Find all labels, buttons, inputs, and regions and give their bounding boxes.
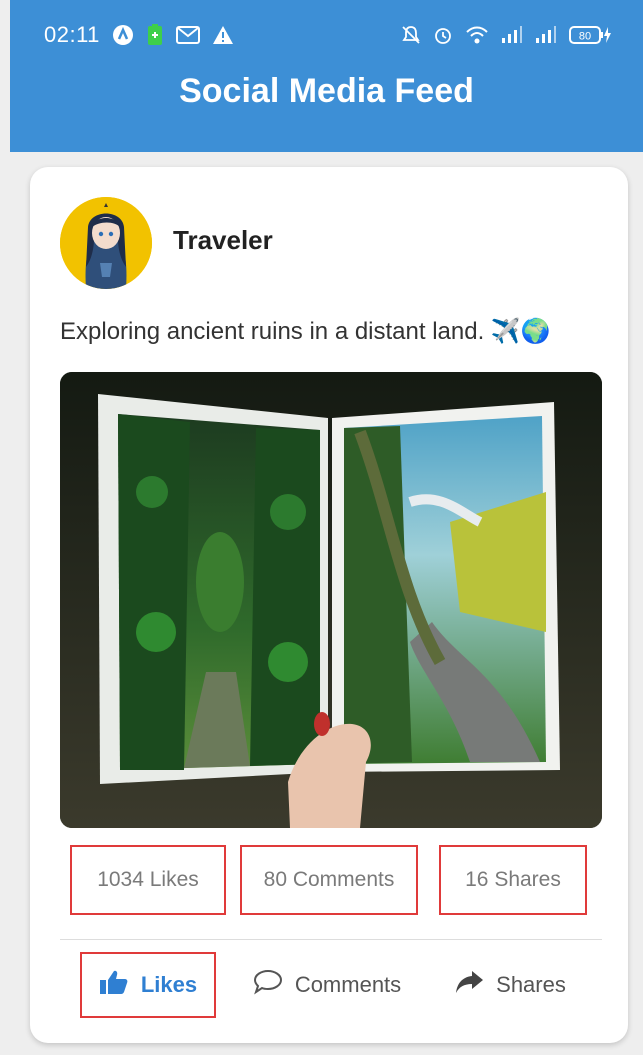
post-image[interactable] [60,372,602,828]
warning-icon [212,25,234,45]
comment-button[interactable]: Comments [242,952,412,1018]
wifi-icon [465,25,489,45]
app-bar: 02:11 80 Social Media Feed [10,0,643,152]
status-bar: 02:11 80 [10,0,643,70]
signal-icon [535,26,557,44]
mute-icon [401,25,421,45]
share-button[interactable]: Shares [445,952,575,1018]
likes-count[interactable]: 1034 Likes [70,845,226,915]
share-button-label: Shares [496,972,566,997]
post-card: Traveler Exploring ancient ruins in a di… [30,167,628,1043]
signal-icon [501,26,523,44]
post-stats: 1034 Likes 80 Comments 16 Shares [30,845,628,917]
like-button[interactable]: Likes [80,952,216,1018]
divider [60,939,602,940]
thumbs-up-icon [99,969,129,1001]
app-title: Social Media Feed [179,72,474,110]
app-icon [112,24,134,46]
comment-button-label: Comments [294,972,402,997]
battery-icon: 80 [569,25,613,45]
share-arrow-icon [454,969,484,1001]
avatar[interactable] [60,197,152,289]
speech-bubble-icon [253,969,283,1001]
status-time: 02:11 [44,22,100,47]
post-actions: Likes Comments Shares [30,952,628,1018]
alarm-icon [433,25,453,45]
author-name[interactable]: Traveler [173,225,273,256]
comments-count[interactable]: 80 Comments [240,845,418,915]
battery-level: 80 [579,31,591,43]
battery-saver-icon [146,24,164,46]
post-text: Exploring ancient ruins in a distant lan… [60,318,551,345]
shares-count[interactable]: 16 Shares [439,845,587,915]
gmail-icon [175,26,200,44]
like-button-label: Likes [140,972,198,997]
